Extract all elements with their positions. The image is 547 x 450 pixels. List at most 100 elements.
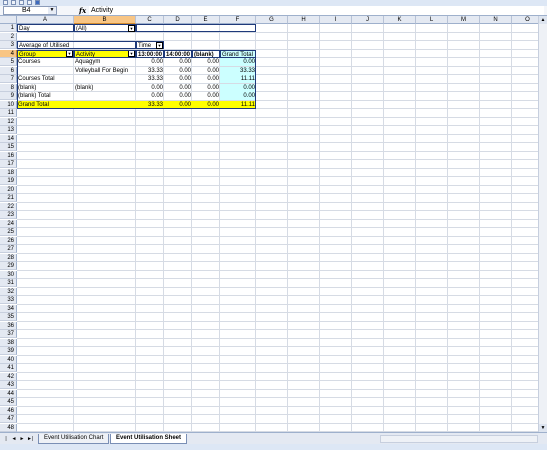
column-header[interactable]: M <box>448 16 480 24</box>
column-header[interactable]: H <box>288 16 320 24</box>
pivot-value-cell[interactable]: 0.00 <box>164 75 192 83</box>
row-header[interactable]: 13 <box>0 126 17 134</box>
row-header[interactable]: 40 <box>0 355 17 364</box>
column-header[interactable]: J <box>352 16 384 24</box>
row-header[interactable]: 28 <box>0 253 17 262</box>
column-header[interactable]: L <box>416 16 448 24</box>
scroll-down-icon[interactable]: ▼ <box>539 424 547 432</box>
pivot-row-label[interactable]: (blank) <box>17 84 74 92</box>
pivot-activity-cell[interactable]: (blank) <box>74 84 136 92</box>
pivot-total-cell[interactable]: 0.00 <box>220 83 256 92</box>
pivot-value-cell[interactable]: 33.33 <box>136 100 164 109</box>
print-icon[interactable] <box>27 0 32 5</box>
pivot-total-cell[interactable]: 33.33 <box>220 66 256 75</box>
column-header[interactable]: B <box>74 16 136 24</box>
column-header[interactable]: E <box>192 16 220 24</box>
column-header[interactable]: A <box>17 16 74 24</box>
pivot-value-cell[interactable]: 0.00 <box>164 67 192 75</box>
row-header[interactable]: 18 <box>0 168 17 177</box>
select-all-corner[interactable] <box>0 16 17 24</box>
column-header[interactable]: N <box>480 16 512 24</box>
open-icon[interactable] <box>11 0 16 5</box>
pivot-row-label[interactable] <box>17 67 74 75</box>
column-header[interactable]: F <box>220 16 256 24</box>
chevron-down-icon[interactable]: ▼ <box>48 7 56 14</box>
page-field-value[interactable]: (All) <box>74 24 136 32</box>
column-header[interactable]: G <box>256 16 288 24</box>
row-header[interactable]: 29 <box>0 262 17 270</box>
pivot-value-cell[interactable]: 0.00 <box>192 84 220 92</box>
scroll-up-icon[interactable]: ▲ <box>539 16 547 24</box>
row-header[interactable]: 17 <box>0 160 17 168</box>
first-sheet-icon[interactable]: |◄ <box>3 435 9 450</box>
next-sheet-icon[interactable]: ► <box>19 435 25 443</box>
row-header[interactable]: 41 <box>0 364 17 372</box>
row-header[interactable]: 2 <box>0 32 17 41</box>
time-header-1300[interactable]: 13:00:00 <box>136 49 164 58</box>
column-header[interactable]: K <box>384 16 416 24</box>
pivot-value-cell[interactable]: 0.00 <box>164 92 192 100</box>
row-header[interactable]: 5 <box>0 58 17 66</box>
row-header[interactable]: 3 <box>0 41 17 49</box>
pivot-value-cell[interactable]: 0.00 <box>192 92 220 100</box>
row-header[interactable]: 39 <box>0 347 17 355</box>
row-header[interactable]: 32 <box>0 287 17 296</box>
page-field-dropdown-icon[interactable]: ▼ <box>128 24 135 32</box>
pivot-value-cell[interactable]: 0.00 <box>192 75 220 83</box>
row-header[interactable]: 26 <box>0 236 17 245</box>
vertical-scrollbar[interactable]: ▲ ▼ <box>538 16 547 432</box>
pivot-activity-cell[interactable] <box>74 92 136 100</box>
page-field-label[interactable]: Day <box>17 24 74 32</box>
row-header[interactable]: 11 <box>0 109 17 117</box>
row-header[interactable]: 46 <box>0 406 17 415</box>
pivot-total-cell[interactable]: 0.00 <box>220 58 256 66</box>
pivot-data-label[interactable]: Average of Utilised <box>17 41 136 49</box>
row-header[interactable]: 47 <box>0 415 17 423</box>
pivot-row-label[interactable]: (blank) Total <box>17 92 74 100</box>
tab-event-utilisation-sheet[interactable]: Event Utilisation Sheet <box>110 434 188 444</box>
row-header[interactable]: 25 <box>0 228 17 236</box>
row-header[interactable]: 42 <box>0 372 17 381</box>
pivot-value-cell[interactable]: 0.00 <box>164 84 192 92</box>
pivot-total-cell[interactable]: 11.11 <box>220 75 256 83</box>
time-header-1400[interactable]: 14:00:00 <box>164 49 192 58</box>
time-field-dropdown-icon[interactable]: ▼ <box>156 41 163 49</box>
row-header[interactable]: 14 <box>0 134 17 143</box>
pivot-value-cell[interactable]: 0.00 <box>164 100 192 109</box>
pivot-value-cell[interactable]: 0.00 <box>192 67 220 75</box>
row-header[interactable]: 8 <box>0 83 17 92</box>
grand-total-header[interactable]: Grand Total <box>220 49 256 58</box>
pivot-total-cell[interactable]: 0.00 <box>220 92 256 100</box>
prev-sheet-icon[interactable]: ◄ <box>11 435 17 443</box>
column-header[interactable]: C <box>136 16 164 24</box>
tab-event-utilisation-chart[interactable]: Event Utilisation Chart <box>38 434 110 444</box>
formula-input[interactable]: Activity <box>89 6 544 15</box>
row-header[interactable]: 7 <box>0 75 17 83</box>
column-header[interactable]: I <box>320 16 352 24</box>
activity-field-header[interactable]: Activity <box>74 49 136 58</box>
row-header[interactable]: 34 <box>0 304 17 313</box>
pivot-icon[interactable] <box>35 0 40 5</box>
row-header[interactable]: 36 <box>0 321 17 330</box>
row-header[interactable]: 48 <box>0 423 17 432</box>
row-header[interactable]: 6 <box>0 66 17 75</box>
function-icon[interactable]: fx <box>79 6 86 15</box>
pivot-row-label[interactable]: Courses Total <box>17 75 74 83</box>
row-header[interactable]: 12 <box>0 117 17 126</box>
row-header[interactable]: 35 <box>0 313 17 321</box>
activity-field-dropdown-icon[interactable]: ▼ <box>128 50 135 57</box>
pivot-activity-cell[interactable]: Aquagym <box>74 58 136 66</box>
pivot-activity-cell[interactable] <box>74 100 136 109</box>
row-header[interactable]: 31 <box>0 279 17 287</box>
row-header[interactable]: 4 <box>0 49 17 58</box>
row-header[interactable]: 9 <box>0 92 17 100</box>
save-icon[interactable] <box>19 0 24 5</box>
row-header[interactable]: 24 <box>0 219 17 228</box>
row-header[interactable]: 33 <box>0 296 17 304</box>
row-header[interactable]: 43 <box>0 381 17 389</box>
row-header[interactable]: 44 <box>0 389 17 398</box>
name-box[interactable]: B4 ▼ <box>3 6 57 15</box>
row-header[interactable]: 45 <box>0 398 17 406</box>
last-sheet-icon[interactable]: ►| <box>27 435 33 443</box>
pivot-row-label[interactable]: Grand Total <box>17 100 74 109</box>
